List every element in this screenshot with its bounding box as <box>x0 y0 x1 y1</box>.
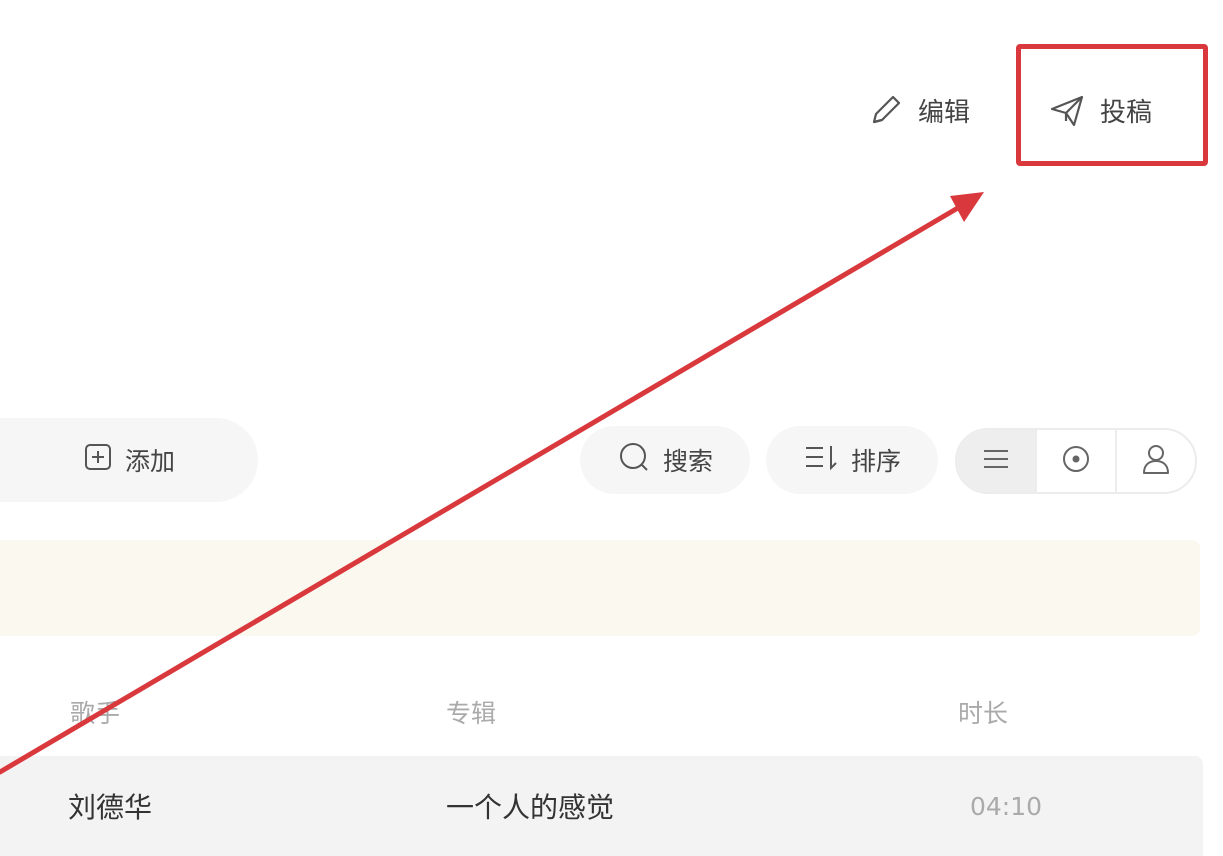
artist-view-button[interactable] <box>1115 430 1195 492</box>
column-header-artist[interactable]: 歌手 <box>70 694 120 730</box>
search-icon <box>617 440 651 480</box>
sort-label: 排序 <box>850 447 901 476</box>
album-view-button[interactable] <box>1035 430 1115 492</box>
album-view-icon <box>1060 443 1092 479</box>
notice-banner <box>0 540 1200 636</box>
row-artist-cell[interactable]: 刘德华 <box>68 786 152 826</box>
row-duration-cell: 04:10 <box>970 792 1043 821</box>
sort-icon <box>803 442 839 478</box>
paper-plane-icon <box>1046 89 1088 131</box>
search-label: 搜索 <box>662 447 713 476</box>
sort-button[interactable]: 排序 <box>766 426 938 494</box>
list-view-icon <box>981 446 1011 476</box>
plus-square-icon <box>83 442 113 478</box>
artist-view-icon <box>1140 442 1172 480</box>
view-mode-toggle <box>955 428 1197 494</box>
submit-label: 投稿 <box>1100 97 1153 128</box>
search-button[interactable]: 搜索 <box>580 426 750 494</box>
add-label: 添加 <box>124 447 175 476</box>
column-header-album[interactable]: 专辑 <box>446 694 496 730</box>
add-button[interactable]: 添加 <box>0 418 258 502</box>
edit-label: 编辑 <box>918 97 971 128</box>
pencil-icon <box>866 90 906 130</box>
column-header-duration[interactable]: 时长 <box>958 694 1008 730</box>
row-album-cell[interactable]: 一个人的感觉 <box>446 786 614 826</box>
submit-button[interactable]: 投稿 <box>1046 86 1152 134</box>
edit-button[interactable]: 编辑 <box>866 86 970 134</box>
list-view-button[interactable] <box>957 430 1035 492</box>
